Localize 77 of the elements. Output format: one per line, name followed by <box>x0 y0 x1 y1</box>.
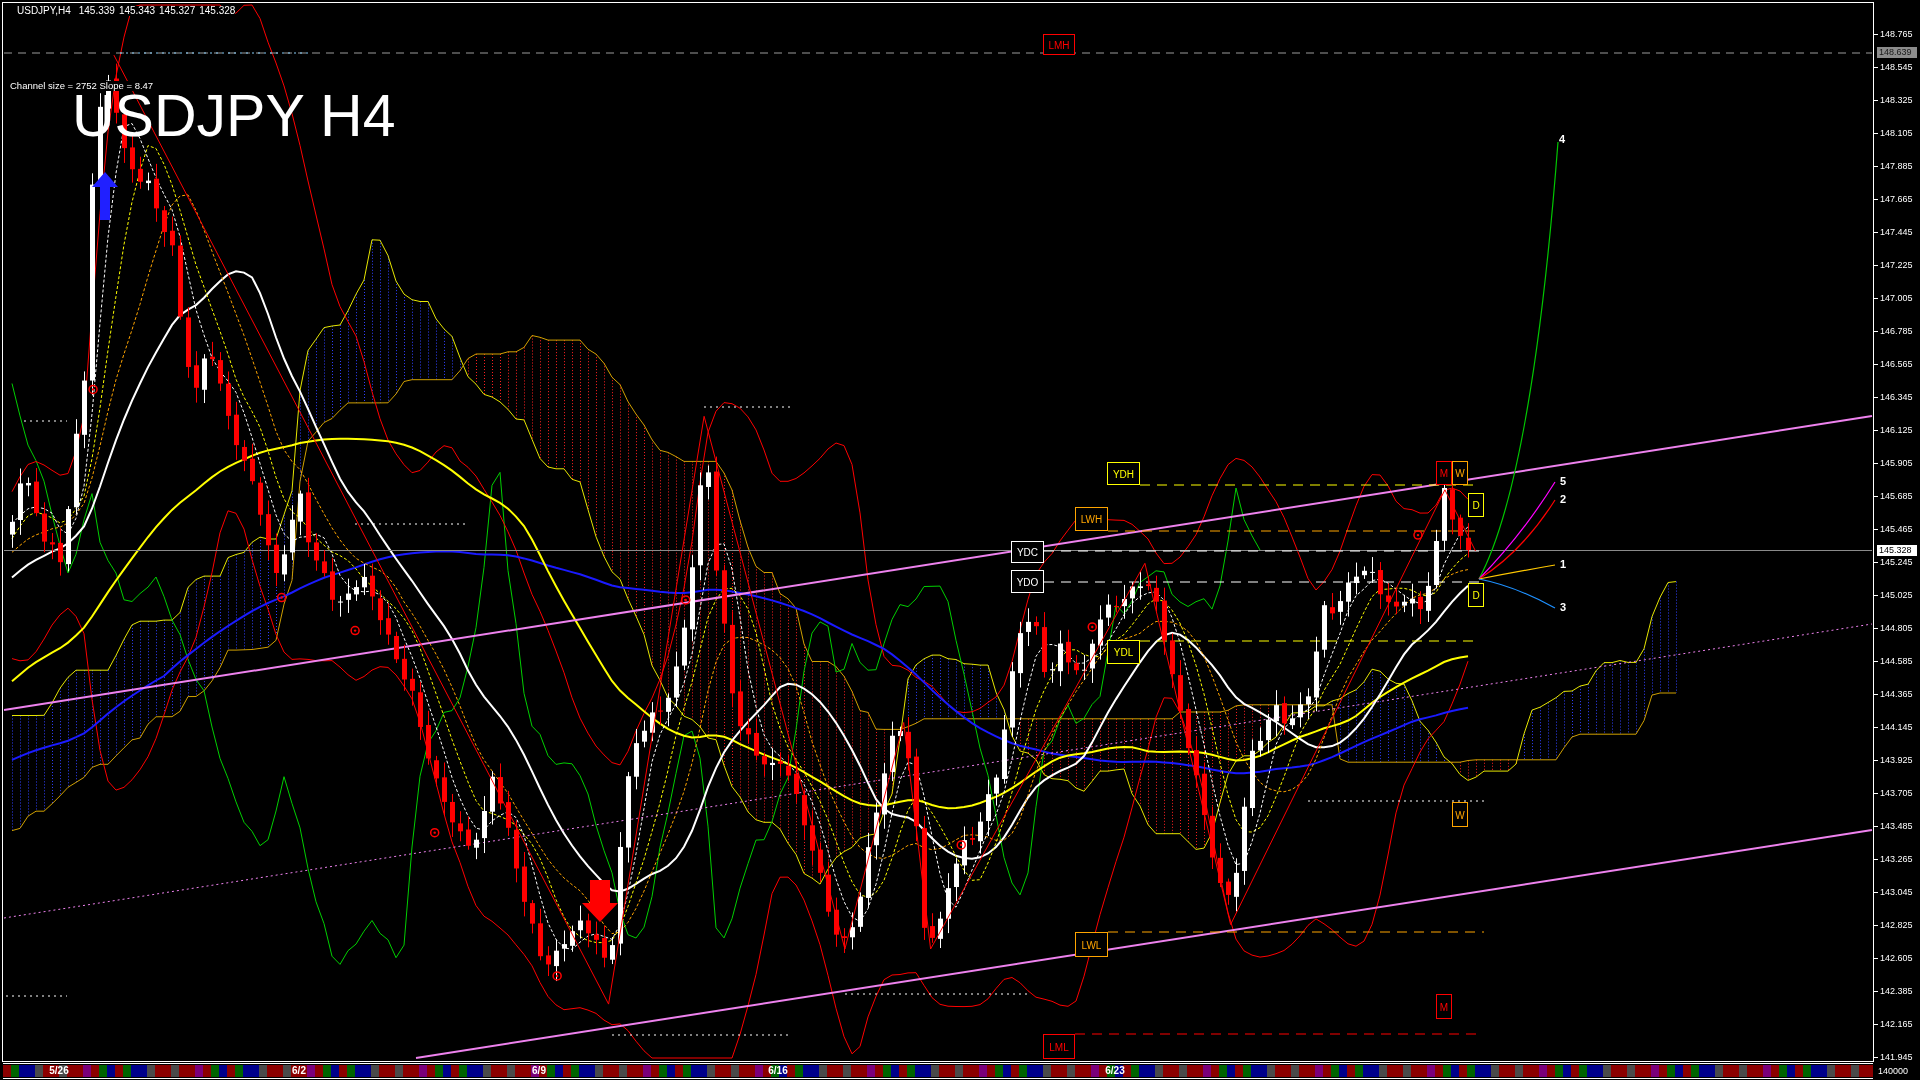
price-tick-label: 148.325 <box>1880 95 1913 105</box>
circle-marker-icon <box>552 971 562 981</box>
price-tick-label: 146.345 <box>1880 392 1913 402</box>
projection-label: 3 <box>1560 602 1567 613</box>
circle-marker-icon <box>1087 622 1097 632</box>
price-level-tag: 148.639 <box>1877 47 1917 58</box>
price-tick-label: 147.005 <box>1880 293 1913 303</box>
date-label: 6/2 <box>292 1066 306 1076</box>
swing-level-line <box>23 420 68 422</box>
quote-value: 145.343 <box>118 6 156 16</box>
level-label: YDH <box>1107 462 1140 485</box>
quote-value: 145.339 <box>78 6 115 16</box>
level-label: W <box>1452 461 1468 485</box>
price-tick-label: 145.245 <box>1880 557 1913 567</box>
price-tick-label: 145.685 <box>1880 491 1913 501</box>
level-label: D <box>1468 493 1484 517</box>
up-arrow-icon <box>92 172 118 220</box>
circle-marker-icon <box>429 827 440 838</box>
price-tick-label: 143.045 <box>1880 887 1913 897</box>
level-label: YDC <box>1011 541 1044 563</box>
circle-marker-icon <box>1413 530 1423 540</box>
circle-marker-icon <box>956 840 966 850</box>
swing-level-line <box>5 995 68 997</box>
level-label: D <box>1468 583 1484 607</box>
price-tick-label: 143.925 <box>1880 755 1913 765</box>
level-label: LWL <box>1075 932 1108 957</box>
price-tick-label: 145.025 <box>1880 590 1913 600</box>
date-label: 6/23 <box>1105 1066 1125 1076</box>
price-tick-label: 143.485 <box>1880 821 1913 831</box>
projection-label: 4 <box>1559 134 1566 145</box>
circle-marker-icon <box>88 384 98 395</box>
projection-label: 1 <box>1560 559 1567 570</box>
price-tick-label: 146.125 <box>1880 425 1913 435</box>
quote-value: 145.327 <box>159 6 196 16</box>
volume-scale-label: 140000 <box>1878 1066 1909 1076</box>
circle-marker-icon <box>276 592 287 603</box>
price-tick-label: 146.785 <box>1880 326 1913 336</box>
date-label: 5/26 <box>49 1066 69 1076</box>
price-tick-label: 145.465 <box>1880 524 1913 534</box>
date-label: 6/9 <box>532 1066 546 1076</box>
price-tick-label: 141.945 <box>1880 1052 1913 1062</box>
price-tick-label: 147.225 <box>1880 260 1913 270</box>
projection-label: 5 <box>1560 476 1567 487</box>
price-tick-label: 145.905 <box>1880 458 1913 468</box>
quote-value: 145.328 <box>199 6 236 16</box>
level-label: W <box>1452 802 1468 827</box>
price-tick-label: 142.385 <box>1880 986 1913 996</box>
level-label: LMH <box>1043 34 1075 55</box>
circle-marker-icon <box>680 595 691 605</box>
price-tick-label: 144.145 <box>1880 722 1913 732</box>
level-label: M <box>1436 994 1452 1019</box>
price-tick-label: 148.545 <box>1880 62 1913 72</box>
price-tick-label: 146.565 <box>1880 359 1913 369</box>
level-label: LWH <box>1075 507 1108 531</box>
price-tick-label: 142.165 <box>1880 1019 1913 1029</box>
price-tick-label: 143.265 <box>1880 854 1913 864</box>
price-tick-label: 147.665 <box>1880 194 1913 204</box>
price-tick-label: 148.765 <box>1880 29 1913 39</box>
level-label: M <box>1436 461 1452 485</box>
price-tick-label: 142.825 <box>1880 920 1913 930</box>
price-tick-label: 144.585 <box>1880 656 1913 666</box>
price-tick-label: 144.365 <box>1880 689 1913 699</box>
price-tick-label: 148.105 <box>1880 128 1913 138</box>
price-tick-label: 142.605 <box>1880 953 1913 963</box>
level-label: LML <box>1043 1034 1075 1059</box>
price-tick-label: 144.805 <box>1880 623 1913 633</box>
current-price-tag: 145.328 <box>1877 544 1917 556</box>
level-label: YDL <box>1107 640 1140 664</box>
symbol-label: USDJPY,H4 <box>17 6 71 16</box>
date-label: 6/16 <box>768 1066 788 1076</box>
down-arrow-icon <box>582 880 618 922</box>
projection-label: 2 <box>1560 494 1567 505</box>
price-tick-label: 147.885 <box>1880 161 1913 171</box>
price-tick-label: 147.445 <box>1880 227 1913 237</box>
circle-marker-icon <box>350 625 360 636</box>
price-tick-label: 143.705 <box>1880 788 1913 798</box>
level-label: YDO <box>1011 570 1044 593</box>
